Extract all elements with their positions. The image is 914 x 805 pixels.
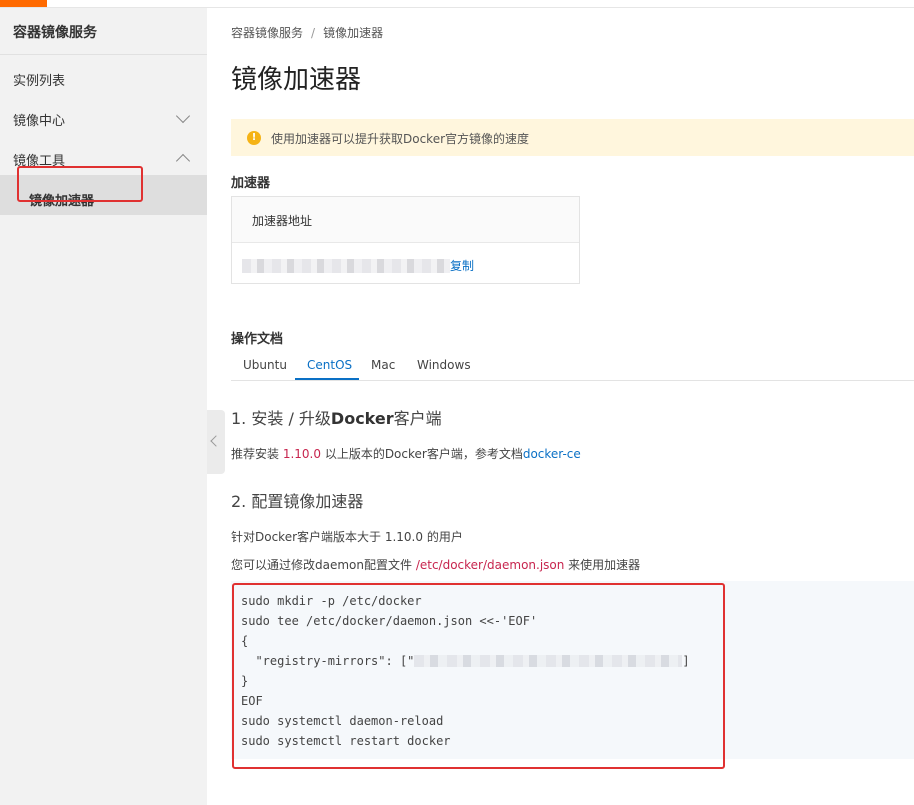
version-highlight: 1.10.0 bbox=[282, 447, 321, 461]
info-notice: ! 使用加速器可以提升获取Docker官方镜像的速度 bbox=[231, 119, 914, 156]
top-bar bbox=[0, 0, 914, 8]
breadcrumb-separator: / bbox=[311, 26, 316, 40]
breadcrumb-root[interactable]: 容器镜像服务 bbox=[231, 26, 303, 40]
accelerator-section-title: 加速器 bbox=[231, 176, 271, 191]
step2-line2: 您可以通过修改daemon配置文件 /etc/docker/daemon.jso… bbox=[231, 556, 640, 573]
tab-ubuntu[interactable]: Ubuntu bbox=[243, 358, 287, 372]
sidebar-title: 容器镜像服务 bbox=[13, 25, 97, 41]
accelerator-address-redacted bbox=[242, 259, 450, 273]
step2-line1: 针对Docker客户端版本大于 1.10.0 的用户 bbox=[231, 530, 463, 544]
step1-title-suffix: 客户端 bbox=[393, 409, 442, 428]
step2-line2-prefix: 您可以通过修改daemon配置文件 bbox=[231, 558, 416, 572]
sidebar-item-instance-list[interactable]: 实例列表 bbox=[13, 70, 65, 89]
sidebar: 容器镜像服务 实例列表 镜像中心 镜像工具 镜像加速器 bbox=[0, 8, 207, 805]
chevron-down-icon[interactable] bbox=[175, 108, 191, 124]
accelerator-table-header: 加速器地址 bbox=[232, 197, 579, 243]
breadcrumb: 容器镜像服务 / 镜像加速器 bbox=[231, 24, 383, 41]
page-title: 镜像加速器 bbox=[231, 65, 362, 95]
sidebar-collapse-handle[interactable] bbox=[207, 410, 225, 474]
config-path: /etc/docker/daemon.json bbox=[415, 558, 565, 572]
copy-link[interactable]: 复制 bbox=[450, 257, 474, 274]
accelerator-table: 加速器地址 复制 bbox=[231, 196, 580, 284]
accelerator-column-header: 加速器地址 bbox=[252, 214, 313, 228]
step1-title-bold: Docker bbox=[330, 409, 394, 428]
step1-text-middle: 以上版本的Docker客户端，参考文档 bbox=[321, 447, 523, 461]
step1-title-prefix: 1. 安装 / 升级 bbox=[231, 409, 331, 428]
docs-section-title: 操作文档 bbox=[231, 332, 284, 347]
os-tabs: Ubuntu CentOS Mac Windows bbox=[231, 354, 914, 381]
chevron-up-icon[interactable] bbox=[175, 153, 191, 169]
chevron-left-icon bbox=[210, 435, 222, 447]
sidebar-divider bbox=[0, 54, 207, 55]
tab-centos[interactable]: CentOS bbox=[307, 358, 352, 372]
annotation-highlight-box bbox=[17, 166, 143, 202]
notice-text: 使用加速器可以提升获取Docker官方镜像的速度 bbox=[271, 132, 530, 146]
step2-title: 2. 配置镜像加速器 bbox=[231, 492, 364, 511]
step1-text: 推荐安装 1.10.0 以上版本的Docker客户端，参考文档docker-ce bbox=[231, 445, 581, 462]
active-tab-indicator bbox=[295, 378, 359, 380]
tab-windows[interactable]: Windows bbox=[417, 358, 471, 372]
annotation-highlight-box bbox=[232, 583, 725, 769]
warning-icon: ! bbox=[247, 131, 261, 145]
step2-line2-suffix: 来使用加速器 bbox=[564, 558, 641, 572]
sidebar-item-image-center[interactable]: 镜像中心 bbox=[13, 110, 65, 129]
tab-mac[interactable]: Mac bbox=[371, 358, 395, 372]
step1-text-prefix: 推荐安装 bbox=[231, 447, 283, 461]
brand-accent bbox=[0, 0, 47, 7]
docker-ce-link[interactable]: docker-ce bbox=[523, 447, 581, 461]
step1-title: 1. 安装 / 升级Docker客户端 bbox=[231, 405, 442, 429]
breadcrumb-current: 镜像加速器 bbox=[323, 26, 384, 40]
